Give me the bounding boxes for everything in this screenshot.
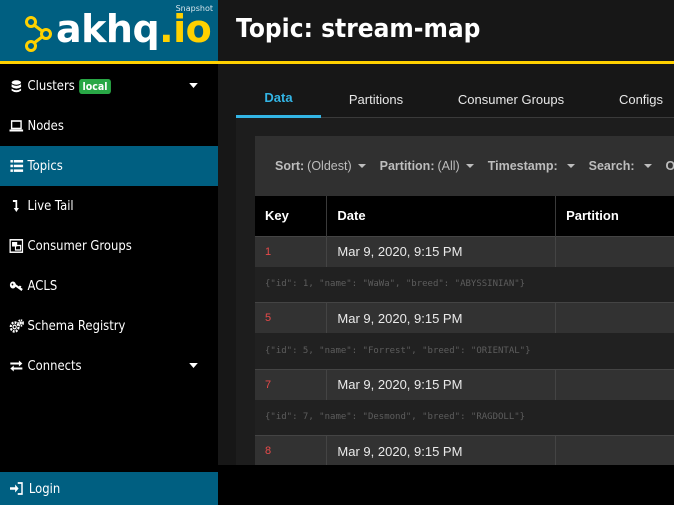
sidebar-item-clusters[interactable]: Clusters local xyxy=(0,66,218,106)
message-value-row: {"id": 1, "name": "WaWa", "breed": "ABYS… xyxy=(255,266,674,303)
sidebar-nav: Clusters local Nodes Topics Live Tail Co… xyxy=(0,66,218,386)
sidebar-item-topics[interactable]: Topics xyxy=(0,146,218,186)
sidebar-item-schema-registry[interactable]: Schema Registry xyxy=(0,306,218,346)
sidebar-item-label: Connects xyxy=(27,358,82,374)
message-key: 1 xyxy=(255,235,328,267)
tab-partitions[interactable]: Partitions xyxy=(336,80,416,118)
message-value: {"id": 7, "name": "Desmond", "breed": "R… xyxy=(255,399,674,436)
sidebar: Snapshot akhq.io Clusters local Nodes To… xyxy=(0,0,218,505)
sort-dropdown[interactable]: Sort: (Oldest) xyxy=(275,159,366,173)
database-icon xyxy=(9,79,24,93)
sidebar-item-label: Schema Registry xyxy=(27,318,126,334)
message-partition: 0 xyxy=(555,435,674,465)
caret-down-icon xyxy=(566,164,575,168)
message-value: {"id": 1, "name": "WaWa", "breed": "ABYS… xyxy=(255,266,674,303)
message-value-row: {"id": 5, "name": "Forrest", "breed": "O… xyxy=(255,333,674,369)
sidebar-item-consumer-groups[interactable]: Consumer Groups xyxy=(0,226,218,266)
message-key: 5 xyxy=(255,302,328,333)
message-key: 7 xyxy=(255,368,328,400)
message-partition: 0 xyxy=(555,302,674,333)
sign-in-icon xyxy=(10,482,25,495)
chevron-down-icon[interactable] xyxy=(189,83,198,88)
table-row[interactable]: 8 Mar 9, 2020, 9:15 PM 0 xyxy=(255,435,674,465)
message-value-row: {"id": 7, "name": "Desmond", "breed": "R… xyxy=(255,399,674,436)
key-icon xyxy=(9,279,24,293)
data-toolbar: Sort: (Oldest) Partition: (All) Timestamp:… xyxy=(255,136,674,196)
laptop-icon xyxy=(9,119,24,133)
akhq-logo-icon xyxy=(25,16,52,52)
table-row[interactable]: 7 Mar 9, 2020, 9:15 PM 0 xyxy=(255,368,674,400)
caret-down-icon xyxy=(465,164,474,168)
akhq-logo-text: akhq.io xyxy=(56,7,212,51)
tab-data[interactable]: Data xyxy=(236,80,321,118)
partition-dropdown[interactable]: Partition: (All) xyxy=(380,159,474,173)
message-date: Mar 9, 2020, 9:15 PM xyxy=(326,235,557,267)
message-date: Mar 9, 2020, 9:15 PM xyxy=(326,368,557,400)
sidebar-item-label: Clusters xyxy=(27,78,75,94)
object-group-icon xyxy=(9,239,24,253)
topic-tabs: Data Partitions Consumer Groups Configs xyxy=(236,80,674,118)
sidebar-item-label: Topics xyxy=(27,158,63,174)
chevron-down-icon[interactable] xyxy=(189,363,198,368)
sidebar-item-live-tail[interactable]: Live Tail xyxy=(0,186,218,226)
message-partition: 0 xyxy=(555,368,674,400)
sidebar-item-connects[interactable]: Connects xyxy=(0,346,218,386)
table-row[interactable]: 1 Mar 9, 2020, 9:15 PM 0 xyxy=(255,235,674,267)
login-label: Login xyxy=(28,480,61,497)
timestamp-dropdown[interactable]: Timestamp: xyxy=(488,159,575,173)
exchange-icon xyxy=(9,359,24,373)
column-header-date[interactable]: Date xyxy=(326,196,557,236)
sidebar-item-label: Consumer Groups xyxy=(27,238,132,254)
data-panel: Sort: (Oldest) Partition: (All) Timestamp:… xyxy=(236,118,674,465)
sidebar-item-label: Live Tail xyxy=(27,198,74,214)
column-header-key[interactable]: Key xyxy=(255,196,328,236)
caret-down-icon xyxy=(357,164,366,168)
sidebar-item-label: Nodes xyxy=(27,118,64,134)
messages-table: Key Date Partition 1 Mar 9, 2020, 9:15 P… xyxy=(255,196,674,465)
arrow-down-icon xyxy=(9,199,24,213)
page-title: Topic: stream-map xyxy=(236,14,481,44)
message-key: 8 xyxy=(255,435,328,465)
tab-consumer-groups[interactable]: Consumer Groups xyxy=(446,80,576,118)
caret-down-icon xyxy=(643,164,652,168)
sidebar-item-label: ACLS xyxy=(27,278,58,294)
cogs-icon xyxy=(9,319,24,333)
column-header-partition[interactable]: Partition xyxy=(555,196,674,236)
message-date: Mar 9, 2020, 9:15 PM xyxy=(326,302,557,333)
sidebar-item-nodes[interactable]: Nodes xyxy=(0,106,218,146)
message-date: Mar 9, 2020, 9:15 PM xyxy=(326,435,557,465)
tab-configs[interactable]: Configs xyxy=(606,80,674,118)
list-icon xyxy=(9,159,24,173)
sidebar-item-acls[interactable]: ACLS xyxy=(0,266,218,306)
message-value: {"id": 5, "name": "Forrest", "breed": "O… xyxy=(255,333,674,369)
message-partition: 0 xyxy=(555,235,674,267)
page-header: Topic: stream-map xyxy=(218,0,674,64)
table-row[interactable]: 5 Mar 9, 2020, 9:15 PM 0 xyxy=(255,302,674,333)
page-footer xyxy=(218,465,674,505)
login-button[interactable]: Login xyxy=(0,472,218,505)
offset-dropdown[interactable]: Of xyxy=(666,159,674,173)
search-dropdown[interactable]: Search: xyxy=(589,159,652,173)
cluster-badge: local xyxy=(79,78,111,94)
brand-header[interactable]: Snapshot akhq.io xyxy=(0,0,218,64)
